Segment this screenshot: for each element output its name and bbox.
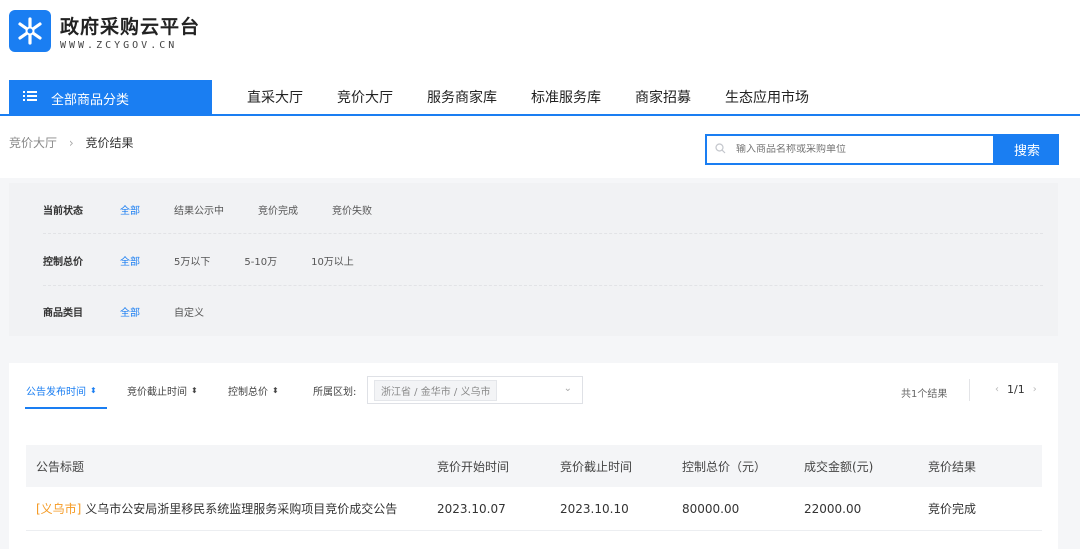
row-title[interactable]: [义乌市] 义乌市公安局浙里移民系统监理服务采购项目竞价成交公告 — [26, 500, 437, 517]
search-bar: 搜索 — [705, 134, 1059, 165]
row-result: 竞价完成 — [928, 502, 977, 516]
row-budget: 80000.00 — [682, 501, 740, 516]
sort-budget[interactable]: 控制总价 ⬍ — [228, 383, 279, 398]
logo-icon[interactable] — [9, 10, 51, 52]
results-panel: 公告发布时间 ⬍ 竞价截止时间 ⬍ 控制总价 ⬍ 所属区划: 浙江省 / 金华市… — [9, 363, 1058, 549]
search-input[interactable] — [736, 144, 976, 155]
table-header: 公告标题 竞价开始时间 竞价截止时间 控制总价（元） 成交金额(元) 竞价结果 — [26, 445, 1042, 487]
search-icon — [715, 142, 726, 157]
all-categories-button[interactable]: 全部商品分类 — [9, 80, 212, 116]
prev-page-icon[interactable]: ‹ — [995, 384, 999, 395]
col-start: 竞价开始时间 — [437, 459, 510, 474]
filter-label: 当前状态 — [43, 205, 83, 217]
sort-publish-time[interactable]: 公告发布时间 ⬍ — [26, 383, 97, 398]
region-tag: 浙江省 / 金华市 / 义乌市 — [374, 379, 498, 401]
sort-icon: ⬍ — [272, 386, 279, 395]
filter-option-publicizing[interactable]: 结果公示中 — [174, 202, 224, 217]
col-end: 竞价截止时间 — [560, 459, 633, 474]
divider — [43, 285, 1043, 286]
nav-item-app-market[interactable]: 生态应用市场 — [708, 80, 826, 116]
filter-panel: 当前状态 全部 结果公示中 竞价完成 竞价失败 控制总价 全部 5万以下 5-1… — [9, 183, 1058, 336]
nav-item-service-providers[interactable]: 服务商家库 — [410, 80, 514, 116]
brand-title[interactable]: 政府采购云平台 — [60, 12, 200, 39]
list-icon — [23, 90, 37, 106]
filter-option-over-100k[interactable]: 10万以上 — [311, 253, 354, 268]
nav-items: 直采大厅 竞价大厅 服务商家库 标准服务库 商家招募 生态应用市场 — [230, 80, 826, 116]
region-select[interactable]: 浙江省 / 金华市 / 义乌市 ⌄ — [367, 376, 583, 404]
brand-url: WWW.ZCYGOV.CN — [60, 40, 178, 51]
results-table: 公告标题 竞价开始时间 竞价截止时间 控制总价（元） 成交金额(元) 竞价结果 … — [26, 445, 1042, 531]
row-end: 2023.10.10 — [560, 501, 629, 516]
filter-option-under-50k[interactable]: 5万以下 — [174, 253, 210, 268]
col-deal: 成交金额(元) — [804, 459, 874, 474]
result-count: 共1个结果 — [901, 389, 948, 400]
all-categories-label: 全部商品分类 — [51, 92, 130, 108]
nav-item-merchant-recruitment[interactable]: 商家招募 — [618, 80, 708, 116]
filter-option-all[interactable]: 全部 — [120, 304, 140, 319]
breadcrumb-current: 竞价结果 — [85, 136, 134, 150]
sort-icon: ⬍ — [191, 386, 198, 395]
search-box — [705, 134, 995, 165]
active-sort-indicator — [25, 407, 107, 409]
filter-option-50k-100k[interactable]: 5-10万 — [244, 253, 277, 268]
filter-option-all[interactable]: 全部 — [120, 253, 140, 268]
filter-option-completed[interactable]: 竞价完成 — [258, 202, 298, 217]
col-result: 竞价结果 — [928, 459, 977, 474]
page-indicator: 1/1 — [1007, 383, 1025, 396]
table-row[interactable]: [义乌市] 义乌市公安局浙里移民系统监理服务采购项目竞价成交公告 2023.10… — [26, 487, 1042, 531]
filter-label: 控制总价 — [43, 256, 83, 268]
header-area: 政府采购云平台 WWW.ZCYGOV.CN 全部商品分类 直采大厅 竞价大厅 服… — [0, 0, 1080, 178]
sort-label: 公告发布时间 — [26, 387, 86, 398]
search-button[interactable]: 搜索 — [995, 134, 1059, 165]
nav-item-standard-services[interactable]: 标准服务库 — [514, 80, 618, 116]
filter-option-failed[interactable]: 竞价失败 — [332, 202, 372, 217]
sort-label: 竞价截止时间 — [127, 387, 187, 398]
chevron-down-icon: ⌄ — [563, 383, 572, 394]
filter-option-custom[interactable]: 自定义 — [174, 304, 204, 319]
divider — [969, 379, 970, 401]
sort-icon: ⬍ — [90, 386, 97, 395]
pager: ‹ 1/1 › — [987, 383, 1045, 396]
filter-option-all[interactable]: 全部 — [120, 202, 140, 217]
nav-item-direct-purchase[interactable]: 直采大厅 — [230, 80, 320, 116]
divider — [43, 233, 1043, 234]
sort-deadline[interactable]: 竞价截止时间 ⬍ — [127, 383, 198, 398]
row-start: 2023.10.07 — [437, 501, 506, 516]
col-title: 公告标题 — [36, 459, 85, 474]
filter-label: 商品类目 — [43, 307, 83, 319]
region-tag: [义乌市] — [36, 502, 82, 516]
filter-row-status: 当前状态 全部 结果公示中 竞价完成 竞价失败 — [43, 199, 406, 219]
sort-bar: 公告发布时间 ⬍ 竞价截止时间 ⬍ 控制总价 ⬍ 所属区划: 浙江省 / 金华市… — [9, 363, 1058, 419]
main-nav: 全部商品分类 直采大厅 竞价大厅 服务商家库 标准服务库 商家招募 生态应用市场 — [0, 80, 1080, 116]
row-title-text[interactable]: 义乌市公安局浙里移民系统监理服务采购项目竞价成交公告 — [85, 502, 397, 516]
filter-row-category: 商品类目 全部 自定义 — [43, 301, 238, 321]
filter-row-budget: 控制总价 全部 5万以下 5-10万 10万以上 — [43, 250, 388, 270]
chevron-right-icon: › — [68, 136, 74, 150]
col-budget: 控制总价（元） — [682, 459, 767, 474]
next-page-icon[interactable]: › — [1033, 384, 1037, 395]
nav-item-bidding-hall[interactable]: 竞价大厅 — [320, 80, 410, 116]
breadcrumb-parent[interactable]: 竞价大厅 — [9, 136, 57, 150]
region-label: 所属区划: — [313, 387, 357, 398]
sort-label: 控制总价 — [228, 387, 268, 398]
breadcrumb: 竞价大厅 › 竞价结果 — [9, 134, 134, 151]
row-deal: 22000.00 — [804, 501, 862, 516]
